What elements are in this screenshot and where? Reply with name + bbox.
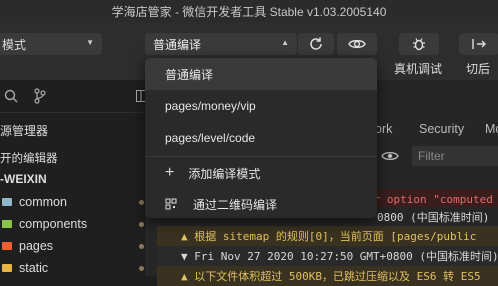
- compile-mode-dropdown: 普通编译 pages/money/vip pages/level/code + …: [145, 58, 377, 218]
- compile-mode-select[interactable]: 普通编译 ▲: [145, 33, 297, 55]
- modified-dot-icon: [139, 199, 144, 205]
- tree-item-label: components: [19, 217, 88, 231]
- folder-icon: [2, 242, 12, 250]
- source-control-icon[interactable]: [34, 88, 46, 104]
- tree-item-pages[interactable]: pages: [0, 235, 146, 257]
- dropdown-item-normal-compile[interactable]: 普通编译: [145, 58, 377, 90]
- tree-item-components[interactable]: components: [0, 213, 146, 235]
- folder-icon: [2, 198, 12, 206]
- sidebar: 源管理器 开的编辑器 -WEIXIN common components pag…: [0, 80, 147, 276]
- bug-icon: [413, 38, 425, 51]
- chevron-up-icon: ▲: [281, 38, 289, 47]
- plus-icon: +: [165, 164, 175, 181]
- folder-icon: [2, 220, 12, 228]
- window-title-bar: 学海店管家 - 微信开发者工具 Stable v1.03.2005140: [0, 0, 498, 22]
- tab-more[interactable]: Mo: [485, 122, 498, 136]
- qr-compile-button[interactable]: 通过二维码编译: [145, 188, 377, 218]
- project-root-heading[interactable]: -WEIXIN: [0, 172, 47, 186]
- add-compile-mode-button[interactable]: + 添加编译模式: [145, 157, 377, 189]
- mode-select[interactable]: 模式 ▼: [0, 33, 102, 55]
- folder-icon: [2, 264, 12, 272]
- qr-code-icon: [165, 198, 177, 210]
- dropdown-item-money-vip[interactable]: pages/money/vip: [145, 90, 377, 122]
- dropdown-item-level-code[interactable]: pages/level/code: [145, 122, 377, 154]
- tree-item-label: common: [19, 195, 67, 209]
- search-icon[interactable]: [4, 89, 18, 103]
- eye-icon[interactable]: [381, 150, 399, 162]
- switch-backend-icon: [472, 39, 486, 49]
- remote-debug-label: 真机调试: [394, 62, 443, 76]
- console-log-line: ▲ 根据 sitemap 的规则[0]，当前页面 [pages/public: [157, 226, 498, 246]
- modified-dot-icon: [139, 265, 144, 271]
- tab-network[interactable]: ork: [375, 122, 392, 136]
- refresh-button[interactable]: [298, 33, 334, 55]
- modified-dot-icon: [139, 221, 144, 227]
- tab-security[interactable]: Security: [419, 122, 464, 136]
- modified-dot-icon: [139, 243, 144, 249]
- tree-item-label: static: [19, 261, 49, 275]
- open-editors-heading[interactable]: 开的编辑器: [0, 150, 58, 166]
- compile-mode-label: 普通编译: [153, 37, 202, 52]
- console-log-line: ▲ 以下文件体积超过 500KB，已跳过压缩以及 ES6 转 ES5: [157, 266, 498, 286]
- tree-item-label: pages: [19, 239, 54, 253]
- resource-manager-heading: 源管理器: [0, 124, 49, 138]
- switch-backend-button[interactable]: [459, 33, 498, 55]
- chevron-down-icon: ▼: [86, 38, 94, 47]
- console-filter-input[interactable]: Filter: [412, 146, 498, 166]
- console-log-line[interactable]: ▼ Fri Nov 27 2020 10:27:50 GMT+0800 (中国标…: [157, 246, 498, 266]
- tree-item-common[interactable]: common: [0, 191, 146, 213]
- sidebar-toolbar: [0, 80, 146, 113]
- refresh-icon: [310, 37, 322, 50]
- eye-icon: [348, 39, 366, 49]
- window-title: 学海店管家 - 微信开发者工具 Stable v1.03.2005140: [111, 4, 387, 19]
- remote-debug-button[interactable]: [399, 33, 439, 55]
- mode-select-label: 模式: [2, 37, 27, 52]
- preview-button[interactable]: [337, 33, 377, 55]
